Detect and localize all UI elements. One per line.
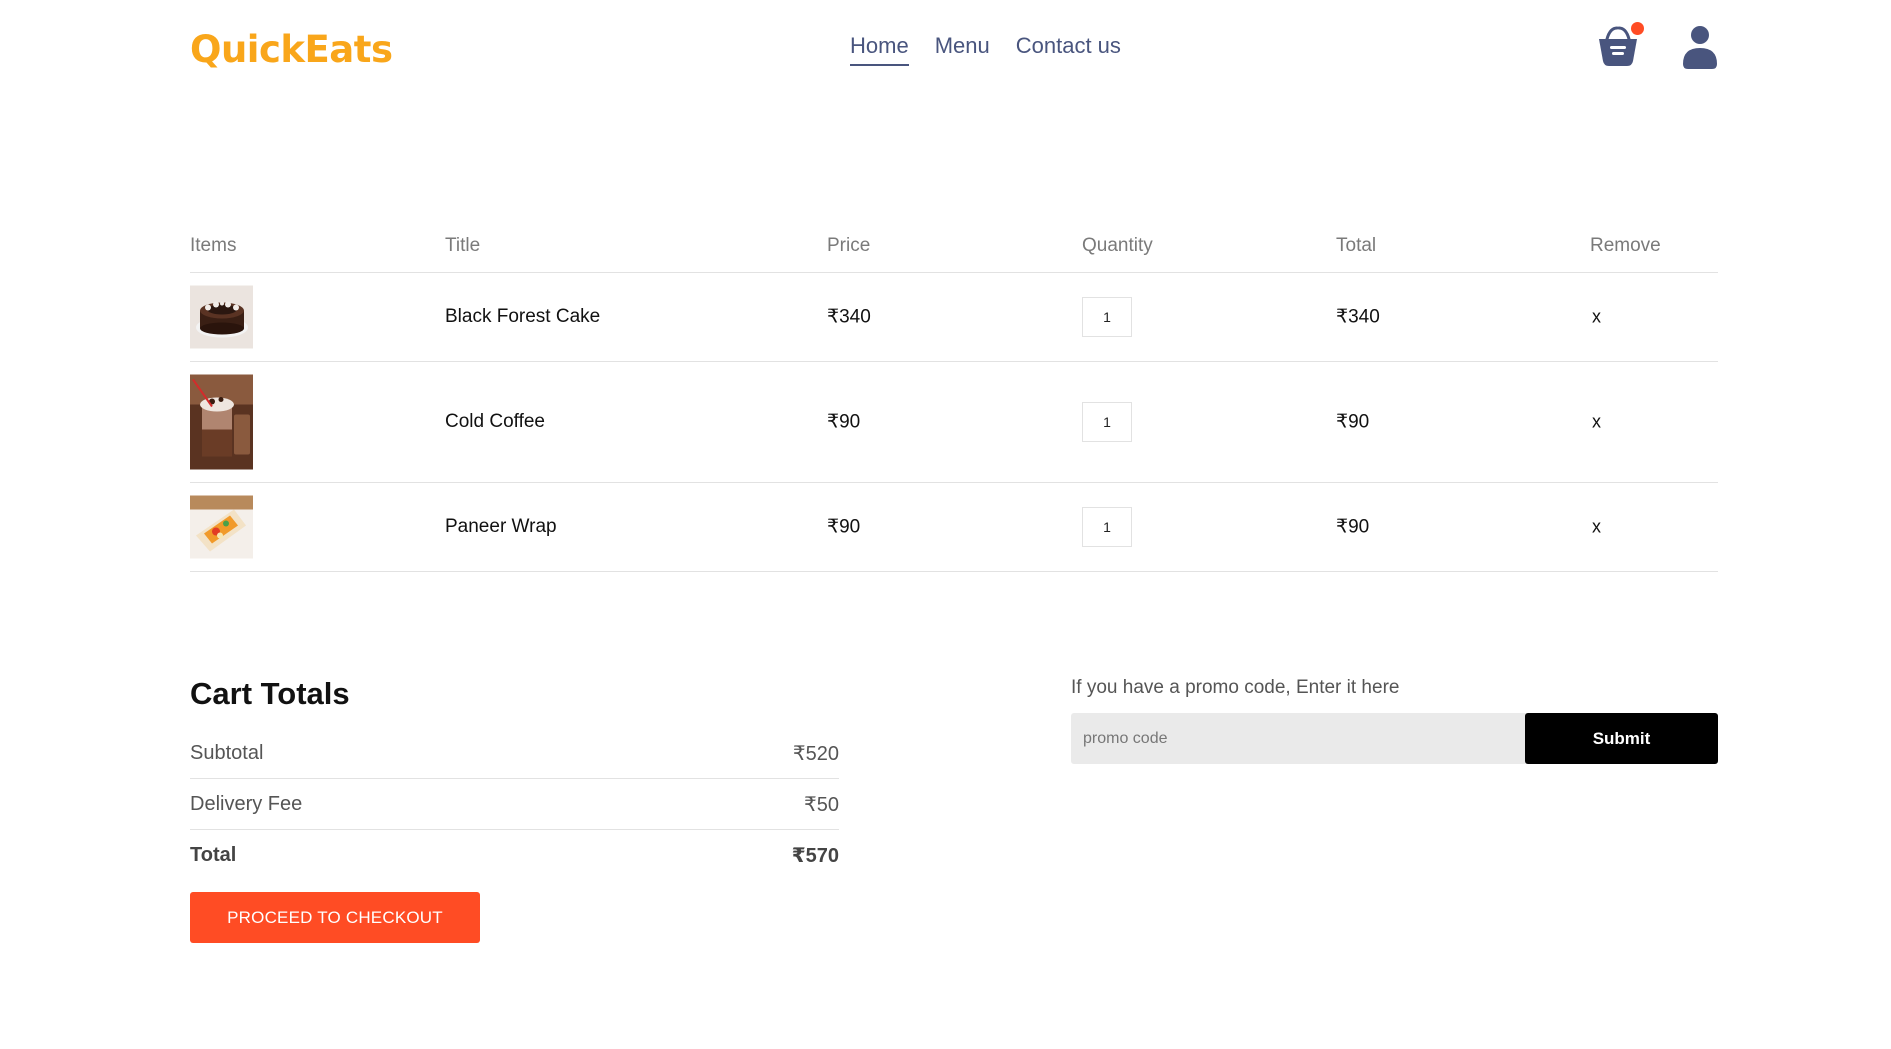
cart-totals-title: Cart Totals <box>190 676 350 711</box>
delivery-fee-value: ₹50 <box>804 793 839 816</box>
quantity-field[interactable]: 1 <box>1082 297 1132 337</box>
table-row: Paneer Wrap ₹90 1 ₹90 x <box>190 483 1718 572</box>
remove-item-button[interactable]: x <box>1592 307 1601 328</box>
navbar: QuickEats Home Menu Contact us <box>190 22 1718 82</box>
nav-link-contact-us[interactable]: Contact us <box>1016 32 1121 66</box>
basket-button[interactable] <box>1593 22 1644 72</box>
item-image-paneer-wrap <box>190 495 253 559</box>
subtotal-value: ₹520 <box>792 742 839 765</box>
table-row: Black Forest Cake ₹340 1 ₹340 x <box>190 273 1718 362</box>
quantity-field[interactable]: 1 <box>1082 507 1132 547</box>
item-price: ₹90 <box>827 516 861 538</box>
total-row: Total ₹570 <box>190 830 839 880</box>
item-price: ₹340 <box>827 306 871 328</box>
logo[interactable]: QuickEats <box>190 22 393 77</box>
item-image-cold-coffee <box>190 374 253 470</box>
proceed-to-checkout-button[interactable]: PROCEED TO CHECKOUT <box>190 892 480 943</box>
table-header: Items Title Price Quantity Total Remove <box>190 220 1718 273</box>
promo-submit-button[interactable]: Submit <box>1525 713 1718 764</box>
delivery-fee-label: Delivery Fee <box>190 792 303 815</box>
header-total: Total <box>1336 235 1377 256</box>
header-items: Items <box>190 235 237 256</box>
item-title: Black Forest Cake <box>445 306 601 327</box>
item-total: ₹90 <box>1336 411 1370 433</box>
item-image-black-forest-cake <box>190 285 253 349</box>
nav-link-home[interactable]: Home <box>850 32 909 66</box>
item-total: ₹340 <box>1336 306 1380 328</box>
promo-code-prompt: If you have a promo code, Enter it here <box>1071 677 1400 698</box>
subtotal-label: Subtotal <box>190 741 264 764</box>
remove-item-button[interactable]: x <box>1592 517 1601 538</box>
cart-totals: Cart Totals Subtotal ₹520 Delivery Fee ₹… <box>190 672 839 943</box>
header-quantity: Quantity <box>1082 235 1153 256</box>
profile-button[interactable] <box>1680 24 1720 72</box>
header-title: Title <box>445 235 481 256</box>
header-price: Price <box>827 235 871 256</box>
header-remove: Remove <box>1590 235 1661 256</box>
item-quantity: 1 <box>1082 402 1132 442</box>
item-title: Cold Coffee <box>445 411 545 432</box>
delivery-fee-row: Delivery Fee ₹50 <box>190 779 839 829</box>
cart-page: QuickEats Home Menu Contact us Items Tit… <box>0 0 1891 1049</box>
profile-icon <box>1683 26 1717 69</box>
quantity-field[interactable]: 1 <box>1082 402 1132 442</box>
cart-items-table: Items Title Price Quantity Total Remove <box>190 220 1718 572</box>
subtotal-row: Subtotal ₹520 <box>190 728 839 778</box>
promo-code-form: Submit <box>1071 713 1718 764</box>
total-value: ₹570 <box>791 844 839 867</box>
promo-code-section: If you have a promo code, Enter it here … <box>1071 676 1718 764</box>
nav-menu: Home Menu Contact us <box>850 32 1147 66</box>
item-quantity: 1 <box>1082 507 1132 547</box>
remove-item-button[interactable]: x <box>1592 412 1601 433</box>
item-price: ₹90 <box>827 411 861 433</box>
table-row: Cold Coffee ₹90 1 ₹90 x <box>190 362 1718 483</box>
item-quantity: 1 <box>1082 297 1132 337</box>
total-label: Total <box>190 843 237 866</box>
promo-code-input[interactable] <box>1071 713 1525 764</box>
nav-link-menu[interactable]: Menu <box>935 32 990 66</box>
cart-badge-dot <box>1631 22 1644 35</box>
item-title: Paneer Wrap <box>445 516 557 537</box>
item-total: ₹90 <box>1336 516 1370 538</box>
